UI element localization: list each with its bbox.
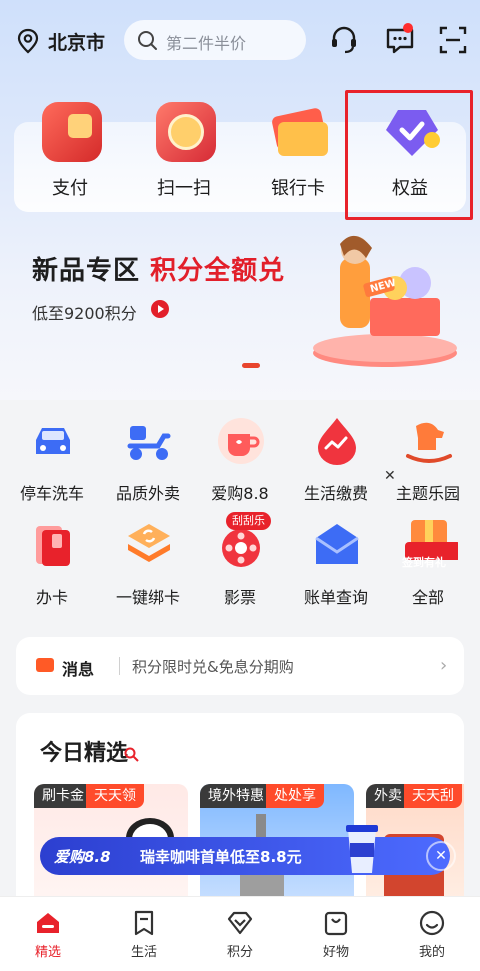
- checkin-badge: 签到有礼: [402, 556, 446, 569]
- benefits-highlight-box: [345, 90, 473, 220]
- promo-strip[interactable]: 爱购8.8 瑞幸咖啡首单低至8.8元 ✕: [40, 825, 456, 875]
- message-divider: [119, 657, 120, 675]
- service-grid: 停车洗车 品质外卖 爱购8.8 生活缴费 主题乐园 ✕ 办卡 一键绑卡 刮刮乐 …: [0, 400, 480, 610]
- bookmark-icon: [134, 910, 154, 936]
- carousel-indicator: [242, 363, 260, 368]
- scan-icon: [156, 102, 216, 162]
- coffee-cup-icon: [218, 418, 264, 464]
- close-promo-icon[interactable]: ✕: [426, 841, 456, 871]
- bottom-tab-bar: 精选 生活 积分 好物 我的: [0, 896, 480, 971]
- tab-mine[interactable]: 我的: [384, 905, 480, 965]
- banner-subtitle: 低至9200积分: [32, 304, 137, 323]
- tab-goods[interactable]: 好物: [288, 905, 384, 965]
- service-all[interactable]: 签到有礼 全部: [380, 512, 476, 610]
- quick-action-scan[interactable]: 扫一扫: [134, 88, 234, 203]
- service-movie-ticket[interactable]: 刮刮乐 影票: [192, 512, 288, 610]
- location-pin-icon[interactable]: [16, 28, 40, 54]
- search-placeholder: 第二件半价: [166, 34, 247, 53]
- delivery-scooter-icon: [127, 426, 171, 460]
- daily-picks: 今日精选 刷卡金 天天领 境外特惠 处处享 外卖 天天刮: [16, 713, 464, 913]
- service-theme-park[interactable]: 主题乐园: [380, 408, 476, 506]
- bank-card-icon: [270, 102, 330, 162]
- header: 北京市 第二件半价: [0, 16, 480, 66]
- search-input[interactable]: 第二件半价: [124, 20, 306, 60]
- banner-title: 新品专区 积分全额兑: [32, 256, 286, 286]
- scan-frame-icon[interactable]: [437, 24, 469, 56]
- notification-dot: [403, 23, 413, 33]
- quick-action-bank-card[interactable]: 银行卡: [248, 88, 348, 203]
- quick-action-pay[interactable]: 支付: [20, 88, 120, 203]
- play-arrow-icon[interactable]: [151, 300, 169, 318]
- home-icon: [37, 913, 59, 933]
- service-aigou[interactable]: 爱购8.8: [192, 408, 288, 506]
- search-icon: [138, 31, 157, 50]
- tab-life[interactable]: 生活: [96, 905, 192, 965]
- shopping-cart-illustration: NEW: [313, 235, 457, 367]
- link-card-icon: [128, 524, 170, 562]
- bill-payment-icon: [318, 418, 356, 465]
- bill-envelope-icon: [315, 524, 359, 564]
- service-bill-query[interactable]: 账单查询: [288, 512, 384, 610]
- city-selector[interactable]: 北京市: [48, 28, 105, 55]
- service-bill-payment[interactable]: 生活缴费: [288, 408, 384, 506]
- chevron-right-icon: ›: [440, 655, 448, 676]
- mail-icon: [36, 658, 54, 672]
- car-icon: [36, 428, 70, 454]
- tab-featured[interactable]: 精选: [0, 905, 96, 965]
- promo-left-label: 爱购8.8: [54, 848, 111, 866]
- wallet-icon: [42, 102, 102, 162]
- service-link-card[interactable]: 一键绑卡: [100, 512, 196, 610]
- tab-points[interactable]: 积分: [192, 905, 288, 965]
- message-text: 积分限时兑&免息分期购: [132, 658, 294, 676]
- shopping-bag-icon: [324, 911, 348, 936]
- customer-service-icon[interactable]: [328, 24, 360, 56]
- message-bar[interactable]: 消息 积分限时兑&免息分期购 ›: [16, 637, 464, 695]
- scratch-badge: 刮刮乐: [226, 512, 271, 530]
- service-card-apply[interactable]: 办卡: [4, 512, 100, 610]
- card-apply-icon: [36, 526, 70, 566]
- coffee-cup-icon: [346, 825, 378, 873]
- daily-title: 今日精选: [40, 741, 129, 766]
- promo-right-label: 瑞幸咖啡首单低至8.8元: [140, 848, 302, 866]
- promo-banner[interactable]: 新品专区 积分全额兑 低至9200积分 NEW: [0, 218, 480, 378]
- service-parking-carwash[interactable]: 停车洗车: [4, 408, 100, 506]
- magnifier-icon: [124, 747, 139, 762]
- profile-smile-icon: [419, 910, 445, 936]
- diamond-icon: [227, 911, 253, 935]
- close-icon[interactable]: ✕: [384, 468, 396, 484]
- rocking-horse-icon: [406, 422, 452, 463]
- message-title: 消息: [62, 660, 95, 679]
- service-food-delivery[interactable]: 品质外卖: [100, 408, 196, 506]
